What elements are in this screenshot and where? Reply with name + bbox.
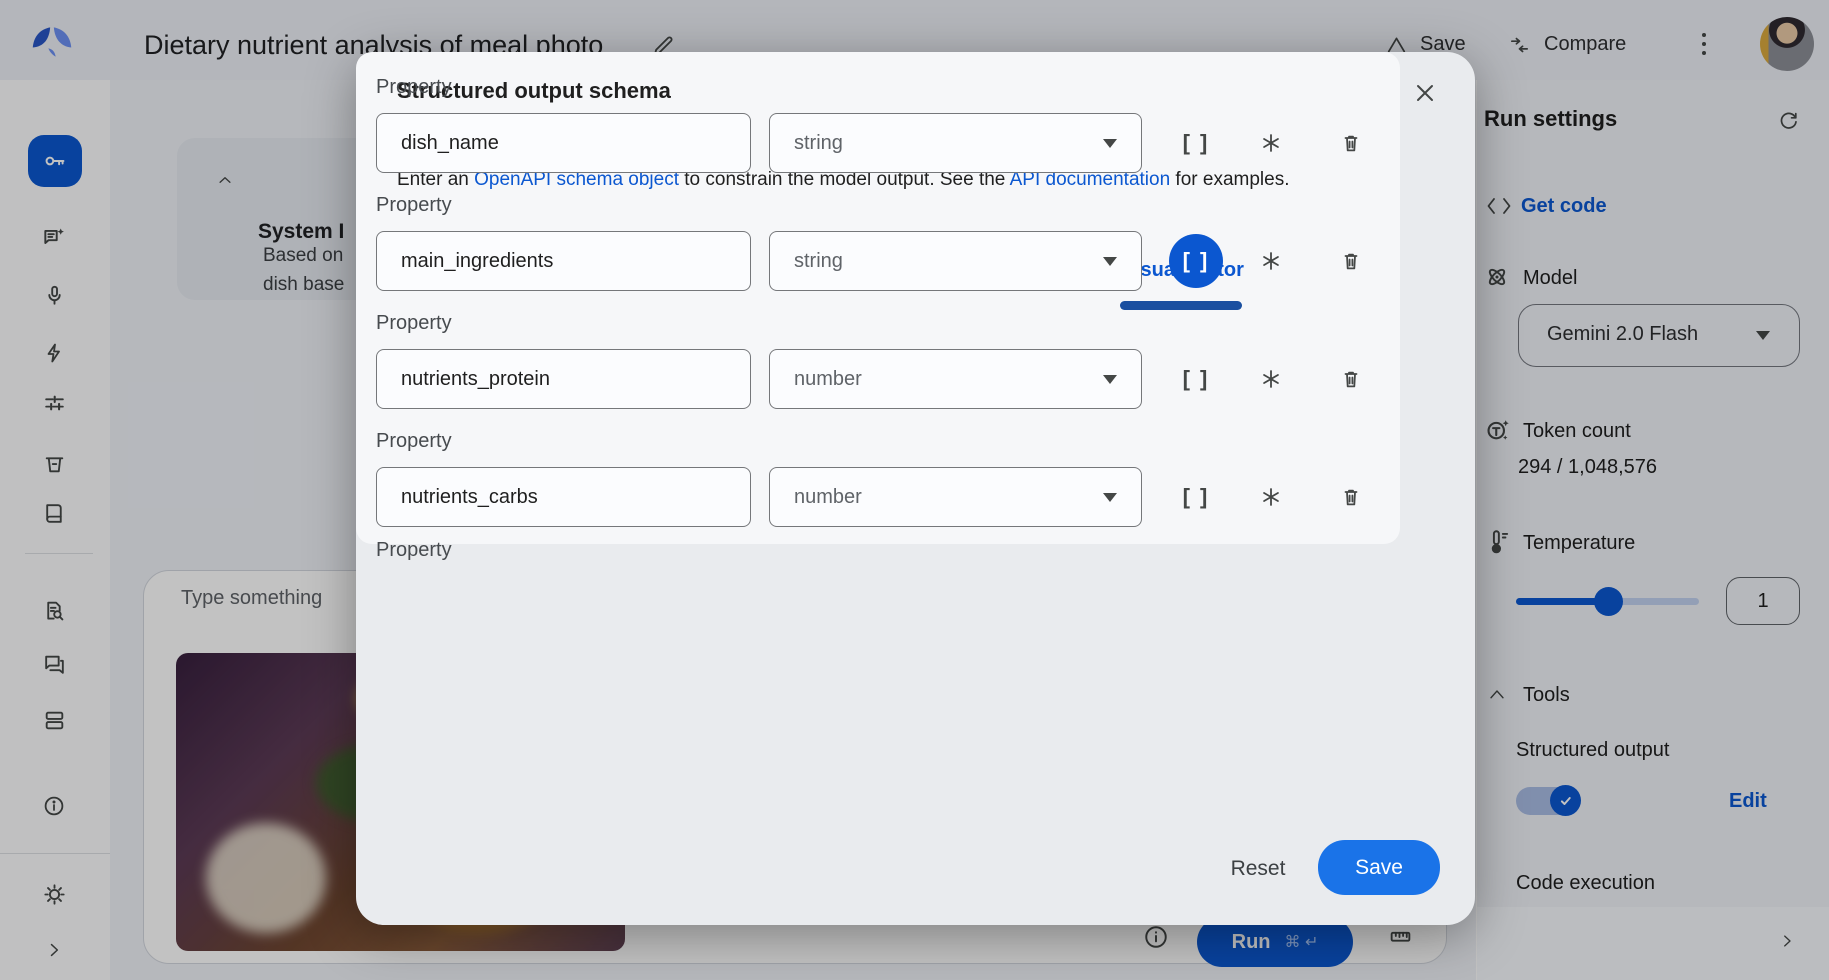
chevron-down-icon [1103, 257, 1117, 266]
property-label: Property [376, 194, 452, 217]
active-tab-underline [1120, 301, 1242, 310]
property-type-select[interactable]: string [769, 231, 1142, 291]
property-label: Property [376, 312, 452, 335]
property-name-value: nutrients_protein [401, 368, 550, 391]
required-asterisk-button[interactable] [1249, 121, 1293, 165]
property-type-select[interactable]: number [769, 349, 1142, 409]
array-toggle-button[interactable]: [ ] [1174, 121, 1218, 165]
property-name-value: main_ingredients [401, 250, 553, 273]
property-label: Property [376, 76, 452, 99]
property-type-select[interactable]: number [769, 467, 1142, 527]
required-asterisk-button[interactable] [1249, 239, 1293, 283]
property-label: Property [376, 430, 452, 453]
property-label-clipped: Property [376, 539, 452, 544]
property-name-input[interactable]: nutrients_protein [376, 349, 751, 409]
property-name-input[interactable]: dish_name [376, 113, 751, 173]
property-type-select[interactable]: string [769, 113, 1142, 173]
desc-text: for examples. [1170, 169, 1289, 190]
delete-property-trash-icon[interactable] [1329, 357, 1373, 401]
chevron-down-icon [1103, 493, 1117, 502]
delete-property-trash-icon[interactable] [1329, 239, 1373, 283]
property-type-value: string [794, 250, 843, 273]
property-name-input[interactable]: nutrients_carbs [376, 467, 751, 527]
property-type-value: number [794, 486, 862, 509]
properties-panel: Property dish_name string [ ] Property m… [356, 52, 1400, 544]
chevron-down-icon [1103, 375, 1117, 384]
required-asterisk-button[interactable] [1249, 475, 1293, 519]
property-type-value: number [794, 368, 862, 391]
reset-button[interactable]: Reset [1216, 846, 1300, 892]
chevron-down-icon [1103, 139, 1117, 148]
property-name-value: nutrients_carbs [401, 486, 538, 509]
structured-output-modal: Structured output schema Enter an OpenAP… [356, 52, 1475, 925]
property-type-value: string [794, 132, 843, 155]
array-toggle-button[interactable]: [ ] [1174, 475, 1218, 519]
delete-property-trash-icon[interactable] [1329, 475, 1373, 519]
array-toggle-button-active[interactable]: [ ] [1169, 234, 1223, 288]
app-root: Dietary nutrient analysis of meal photo … [0, 0, 1829, 980]
modal-save-button[interactable]: Save [1318, 840, 1440, 895]
property-name-value: dish_name [401, 132, 499, 155]
close-icon[interactable] [1411, 79, 1439, 107]
required-asterisk-button[interactable] [1249, 357, 1293, 401]
array-toggle-button[interactable]: [ ] [1174, 357, 1218, 401]
property-name-input[interactable]: main_ingredients [376, 231, 751, 291]
delete-property-trash-icon[interactable] [1329, 121, 1373, 165]
